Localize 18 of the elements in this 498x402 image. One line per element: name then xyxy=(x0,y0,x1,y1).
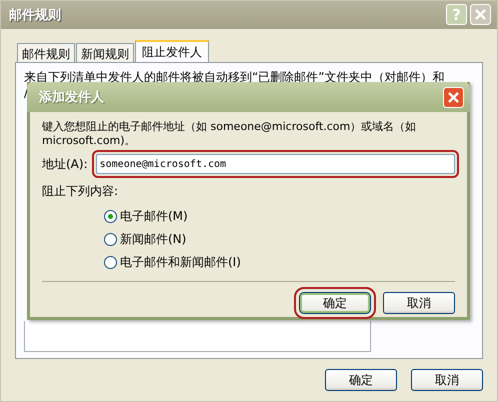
dialog-button[interactable]: 确定 xyxy=(325,369,397,391)
tab[interactable]: 邮件规则 xyxy=(17,42,75,62)
block-label: 阻止下列内容: xyxy=(42,183,120,200)
radio-button[interactable] xyxy=(104,210,117,223)
dialog-button[interactable]: 取消 xyxy=(383,292,455,314)
window-title: 邮件规则 xyxy=(9,6,62,24)
instruction-text: 键入您想阻止的电子邮件地址（如 someone@microsoft.com）或域名（如 microsoft.com)。 xyxy=(42,120,418,148)
radio-label[interactable]: 电子邮件(M) xyxy=(120,208,188,225)
address-label: 地址(A): xyxy=(42,156,88,172)
tab[interactable]: 阻止发件人 xyxy=(135,40,209,62)
dialog-title: 添加发件人 xyxy=(39,89,105,106)
radio-button[interactable] xyxy=(104,256,117,269)
radio-label[interactable]: 新闻邮件(N) xyxy=(120,231,186,248)
radio-label[interactable]: 电子邮件和新闻邮件(I) xyxy=(120,254,241,271)
close-icon[interactable] xyxy=(443,86,464,108)
radio-button[interactable] xyxy=(104,233,117,246)
tab[interactable]: 新闻规则 xyxy=(76,42,134,62)
dialog-button[interactable]: 取消 xyxy=(411,369,483,391)
